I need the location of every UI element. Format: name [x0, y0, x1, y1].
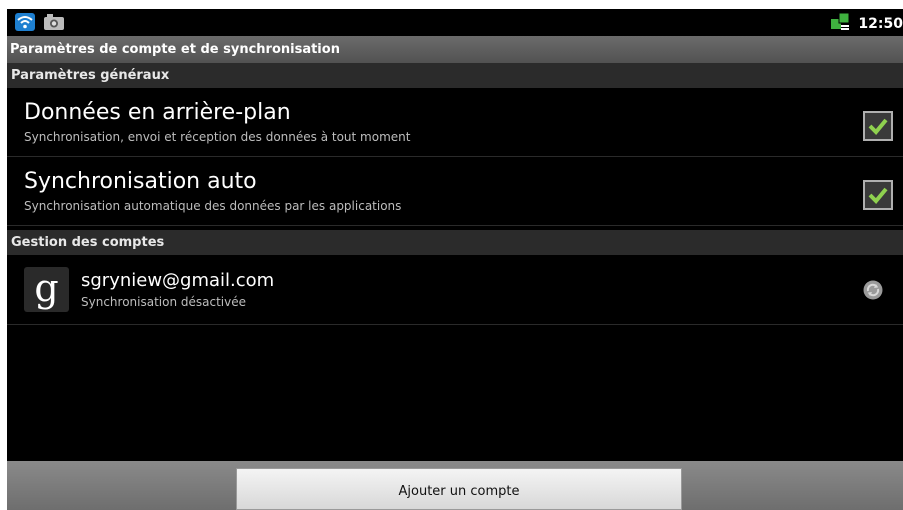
checkmark-icon — [868, 118, 888, 135]
background-data-checkbox[interactable] — [863, 111, 893, 141]
account-sync-status: Synchronisation désactivée — [81, 295, 246, 309]
status-bar: 12:50 — [7, 9, 903, 36]
pref-title: Synchronisation auto — [24, 169, 257, 194]
network-icon — [830, 12, 850, 36]
wifi-icon — [15, 13, 35, 35]
clock: 12:50 — [858, 16, 903, 32]
section-header-accounts: Gestion des comptes — [7, 230, 903, 255]
status-left-icons — [15, 13, 65, 35]
bottom-bar: Ajouter un compte — [7, 461, 903, 510]
pref-auto-sync[interactable]: Synchronisation auto Synchronisation aut… — [7, 157, 903, 226]
status-right: 12:50 — [830, 12, 903, 36]
section-header-general: Paramètres généraux — [7, 63, 903, 88]
title-bar: Paramètres de compte et de synchronisati… — [7, 36, 903, 63]
pref-background-data[interactable]: Données en arrière-plan Synchronisation,… — [7, 88, 903, 157]
auto-sync-checkbox[interactable] — [863, 180, 893, 210]
pref-summary: Synchronisation automatique des données … — [24, 199, 402, 213]
pref-title: Données en arrière-plan — [24, 100, 291, 125]
camera-icon — [43, 13, 65, 35]
checkmark-icon — [868, 187, 888, 204]
pref-summary: Synchronisation, envoi et réception des … — [24, 130, 411, 144]
account-item-google[interactable]: g sgryniew@gmail.com Synchronisation dés… — [7, 256, 903, 325]
screen: 12:50 Paramètres de compte et de synchro… — [7, 9, 903, 510]
google-icon: g — [24, 267, 69, 312]
sync-icon — [863, 280, 883, 300]
add-account-button[interactable]: Ajouter un compte — [236, 468, 682, 510]
account-email: sgryniew@gmail.com — [81, 270, 275, 291]
